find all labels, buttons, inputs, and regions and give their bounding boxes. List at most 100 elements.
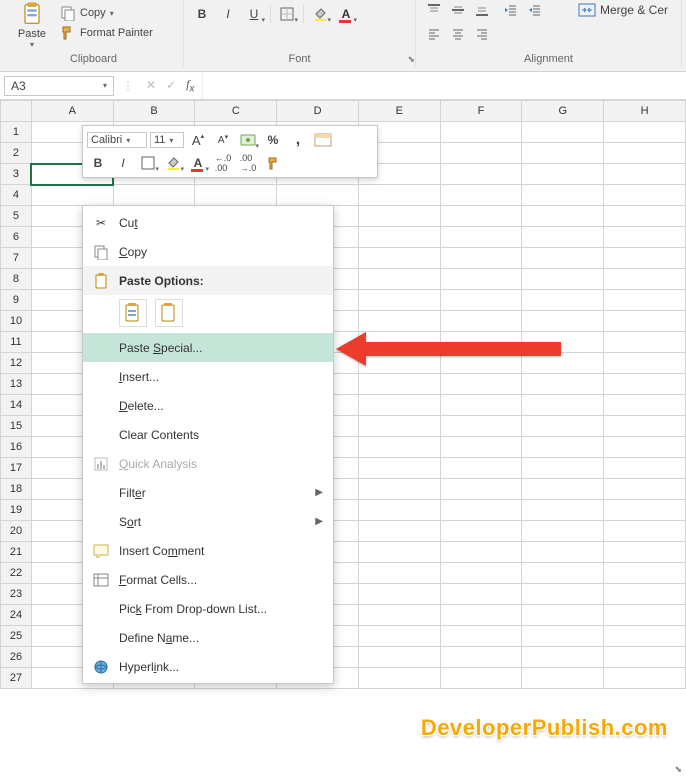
cell[interactable] xyxy=(440,206,522,227)
cell[interactable] xyxy=(440,227,522,248)
cell[interactable] xyxy=(358,185,440,206)
cell[interactable] xyxy=(522,164,604,185)
column-header[interactable]: B xyxy=(113,101,195,122)
cell[interactable] xyxy=(522,143,604,164)
cell[interactable] xyxy=(440,500,522,521)
cell[interactable] xyxy=(604,206,686,227)
cell[interactable] xyxy=(440,290,522,311)
row-header[interactable]: 9 xyxy=(1,290,32,311)
cell[interactable] xyxy=(358,668,440,689)
cell[interactable] xyxy=(604,311,686,332)
ctx-hyperlink[interactable]: Hyperlink... xyxy=(83,652,333,681)
row-header[interactable]: 5 xyxy=(1,206,32,227)
cell[interactable] xyxy=(358,500,440,521)
row-header[interactable]: 4 xyxy=(1,185,32,206)
cell[interactable] xyxy=(358,626,440,647)
decrease-indent-button[interactable] xyxy=(500,0,520,20)
cell[interactable] xyxy=(358,332,440,353)
cell[interactable] xyxy=(440,416,522,437)
row-header[interactable]: 1 xyxy=(1,122,32,143)
cell[interactable] xyxy=(522,395,604,416)
column-header[interactable]: C xyxy=(195,101,277,122)
cell[interactable] xyxy=(522,206,604,227)
cell[interactable] xyxy=(358,605,440,626)
align-right-button[interactable] xyxy=(472,24,492,44)
cell[interactable] xyxy=(522,584,604,605)
cell[interactable] xyxy=(440,353,522,374)
cell[interactable] xyxy=(358,290,440,311)
increase-decimal-button[interactable]: ←.0.00 xyxy=(212,153,234,173)
cell[interactable] xyxy=(358,353,440,374)
cell[interactable] xyxy=(604,416,686,437)
cell[interactable] xyxy=(604,122,686,143)
mini-fill-button[interactable]: ▾ xyxy=(162,153,184,173)
align-middle-button[interactable] xyxy=(448,0,468,20)
font-launcher[interactable]: ⬊ xyxy=(407,54,415,65)
row-header[interactable]: 15 xyxy=(1,416,32,437)
cell[interactable] xyxy=(522,626,604,647)
ctx-clear-contents[interactable]: Clear Contents xyxy=(83,420,333,449)
cell[interactable] xyxy=(522,332,604,353)
cell[interactable] xyxy=(522,437,604,458)
row-header[interactable]: 2 xyxy=(1,143,32,164)
cell[interactable] xyxy=(604,542,686,563)
cell[interactable] xyxy=(113,185,195,206)
cell[interactable] xyxy=(522,647,604,668)
cell[interactable] xyxy=(440,584,522,605)
bold-button[interactable]: B xyxy=(192,4,212,24)
cell[interactable] xyxy=(604,668,686,689)
row-header[interactable]: 8 xyxy=(1,269,32,290)
mini-font-name[interactable]: Calibri▾ xyxy=(87,132,147,148)
row-header[interactable]: 23 xyxy=(1,584,32,605)
cell[interactable] xyxy=(604,248,686,269)
format-painter-button[interactable]: Format Painter xyxy=(58,24,155,42)
cell[interactable] xyxy=(604,185,686,206)
underline-button[interactable]: U▾ xyxy=(244,4,264,24)
row-header[interactable]: 16 xyxy=(1,437,32,458)
cell[interactable] xyxy=(604,395,686,416)
cell[interactable] xyxy=(440,185,522,206)
cell[interactable] xyxy=(358,269,440,290)
cell[interactable] xyxy=(440,542,522,563)
column-header[interactable]: E xyxy=(358,101,440,122)
ctx-filter[interactable]: Filter ▶ xyxy=(83,478,333,507)
mini-font-color-button[interactable]: A▾ xyxy=(187,153,209,173)
percent-button[interactable]: % xyxy=(262,130,284,150)
row-header[interactable]: 13 xyxy=(1,374,32,395)
cell[interactable] xyxy=(604,290,686,311)
cell[interactable] xyxy=(440,458,522,479)
cell[interactable] xyxy=(440,647,522,668)
row-header[interactable]: 21 xyxy=(1,542,32,563)
ctx-pick-list[interactable]: Pick From Drop-down List... xyxy=(83,594,333,623)
cell[interactable] xyxy=(440,668,522,689)
cell[interactable] xyxy=(522,416,604,437)
cell[interactable] xyxy=(604,647,686,668)
name-box[interactable]: A3 ▾ xyxy=(4,76,114,96)
cell[interactable] xyxy=(440,374,522,395)
clipboard-launcher[interactable]: ⬊ xyxy=(674,764,682,775)
cell[interactable] xyxy=(604,164,686,185)
cell[interactable] xyxy=(522,605,604,626)
cell[interactable] xyxy=(522,542,604,563)
enter-formula-button[interactable]: ✓ xyxy=(166,78,176,92)
column-header[interactable]: D xyxy=(277,101,359,122)
cell[interactable] xyxy=(522,353,604,374)
cell[interactable] xyxy=(604,584,686,605)
cell[interactable] xyxy=(604,479,686,500)
row-header[interactable]: 25 xyxy=(1,626,32,647)
row-header[interactable]: 6 xyxy=(1,227,32,248)
cell[interactable] xyxy=(440,626,522,647)
font-color-button[interactable]: A ▾ xyxy=(336,4,356,24)
cell[interactable] xyxy=(522,521,604,542)
cell[interactable] xyxy=(522,227,604,248)
cell[interactable] xyxy=(440,248,522,269)
row-header[interactable]: 18 xyxy=(1,479,32,500)
fx-button[interactable]: fx xyxy=(186,77,194,94)
cell[interactable] xyxy=(604,437,686,458)
cell[interactable] xyxy=(604,269,686,290)
cell[interactable] xyxy=(358,542,440,563)
row-header[interactable]: 22 xyxy=(1,563,32,584)
cell[interactable] xyxy=(358,416,440,437)
cell[interactable] xyxy=(358,395,440,416)
cancel-formula-button[interactable]: ✕ xyxy=(146,78,156,92)
